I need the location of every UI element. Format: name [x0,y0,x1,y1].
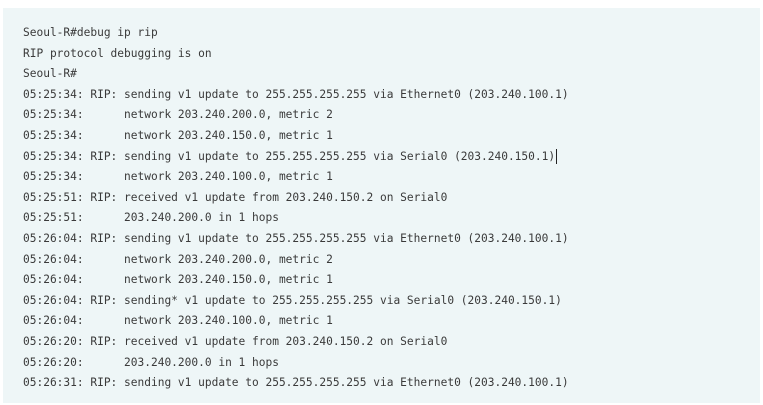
terminal-output: Seoul-R#debug ip rip RIP protocol debugg… [23,23,569,394]
terminal-line: 05:26:04: RIP: sending v1 update to 255.… [23,231,569,245]
terminal-line: 05:26:04: RIP: sending* v1 update to 255… [23,293,562,307]
terminal-line-with-cursor: 05:25:34: RIP: sending v1 update to 255.… [23,147,569,168]
terminal-line: 05:26:20: RIP: received v1 update from 2… [23,334,448,348]
terminal-line: RIP protocol debugging is on [23,46,212,60]
terminal-panel: Seoul-R#debug ip rip RIP protocol debugg… [3,8,760,403]
terminal-line-prompt: Seoul-R# [23,67,77,81]
terminal-line: 05:25:34: network 203.240.100.0, metric … [23,170,333,184]
terminal-line-text: 05:25:34: RIP: sending v1 update to 255.… [23,149,556,163]
text-cursor [556,149,558,165]
terminal-line: 05:26:04: network 203.240.100.0, metric … [23,314,333,328]
terminal-line: 05:26:04: network 203.240.200.0, metric … [23,252,333,266]
terminal-line: 05:25:34: network 203.240.200.0, metric … [23,108,333,122]
terminal-line: 05:26:31: RIP: sending v1 update to 255.… [23,376,569,390]
terminal-line: 05:26:20: 203.240.200.0 in 1 hops [23,355,279,369]
terminal-line: 05:25:34: network 203.240.150.0, metric … [23,128,333,142]
terminal-line: 05:26:04: network 203.240.150.0, metric … [23,273,333,287]
terminal-line-command: Seoul-R#debug ip rip [23,26,158,39]
terminal-line: 05:25:51: 203.240.200.0 in 1 hops [23,211,279,225]
terminal-line: 05:25:51: RIP: received v1 update from 2… [23,190,448,204]
terminal-line: 05:25:34: RIP: sending v1 update to 255.… [23,87,569,101]
